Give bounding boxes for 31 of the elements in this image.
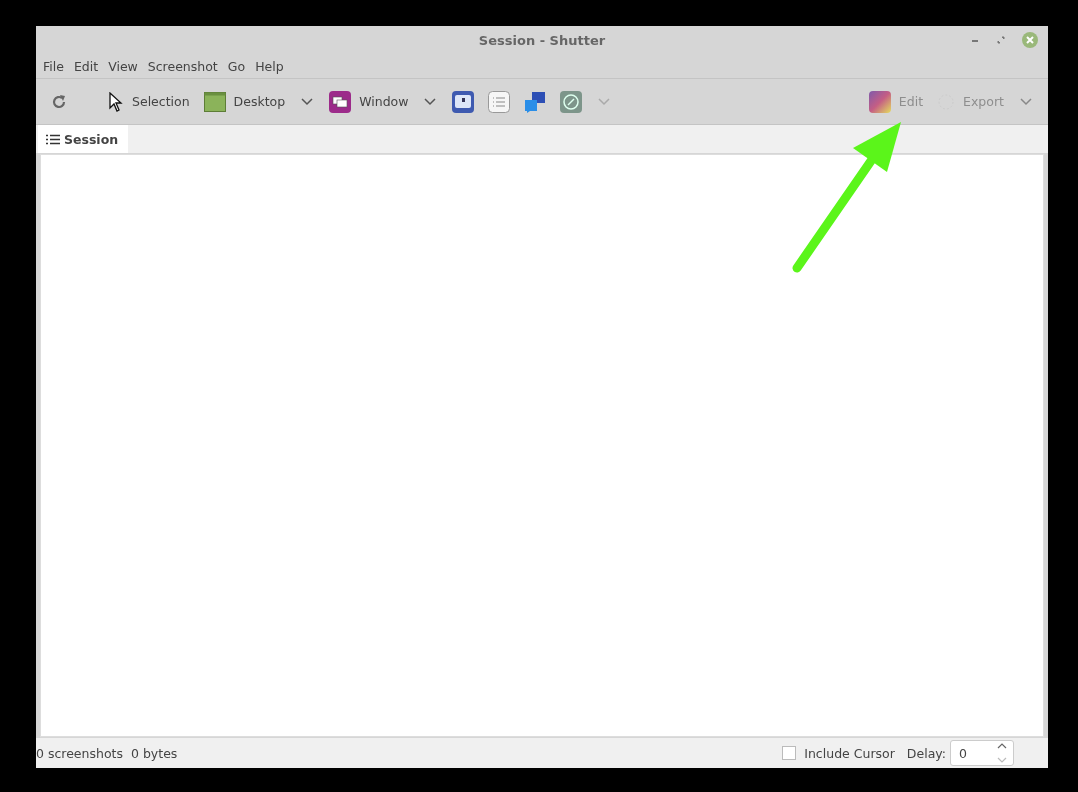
list-icon (488, 90, 511, 113)
capture-button[interactable]: Selection (104, 89, 194, 114)
delay-label: Delay: (906, 745, 946, 761)
menu-item[interactable]: Screenshot (142, 58, 223, 74)
compass-icon (560, 90, 583, 113)
close-icon[interactable] (1022, 32, 1038, 48)
menu-capture-icon (452, 90, 475, 113)
cursor-icon (108, 91, 124, 112)
menu-item[interactable]: Go (222, 58, 251, 74)
total-size: 0 bytes (131, 745, 178, 761)
caret-icon[interactable] (424, 97, 437, 106)
include-cursor-checkbox[interactable]: Include Cursor (782, 745, 895, 761)
maximize-icon[interactable] (996, 35, 1006, 45)
refresh-icon (50, 92, 68, 111)
checkbox[interactable] (782, 746, 797, 760)
session-tab[interactable]: Session (38, 125, 129, 153)
delay-spinner[interactable]: 0 (950, 740, 1014, 766)
caret-icon[interactable] (301, 97, 314, 106)
speech-bubbles-icon (524, 90, 547, 113)
menu-item[interactable]: Edit (68, 58, 104, 74)
menu-item[interactable]: Help (250, 58, 289, 74)
palette-icon (868, 90, 891, 113)
capture-button[interactable]: Desktop (199, 89, 290, 114)
menu-item[interactable]: View (103, 58, 143, 74)
menu-item[interactable]: File (38, 58, 69, 74)
desktop-icon (203, 91, 226, 112)
window-title: Session - Shutter (478, 32, 606, 48)
list-icon (46, 133, 60, 145)
screenshot-count: 0 screenshots (36, 745, 123, 761)
window-icon (329, 90, 352, 113)
capture-button[interactable]: Window (325, 88, 413, 115)
